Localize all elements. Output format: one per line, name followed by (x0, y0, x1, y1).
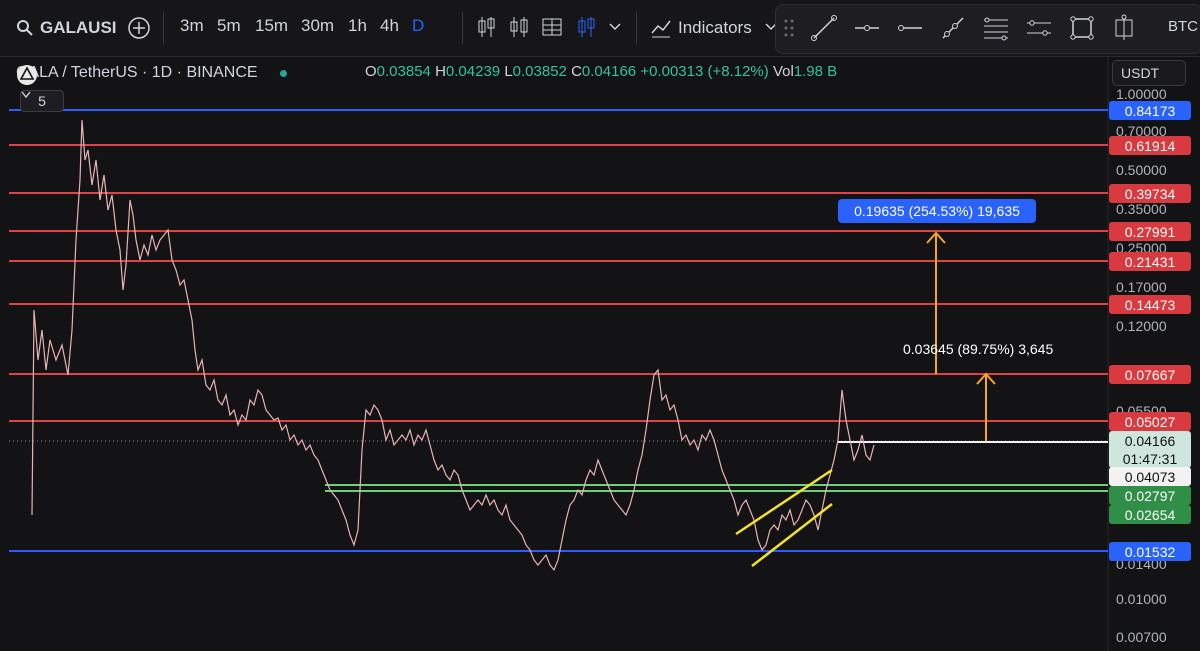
price-label-039734[interactable]: 0.39734 (1109, 184, 1191, 203)
axis-tick: 0.12000 (1116, 318, 1167, 334)
currency-select[interactable]: USDT (1112, 60, 1186, 86)
price-label-001532[interactable]: 0.01532 (1109, 542, 1191, 561)
chevron-down-icon (21, 91, 31, 99)
axis-tick: 0.35000 (1116, 201, 1167, 217)
volume-value: 1.98 B (793, 63, 838, 80)
bar-countdown-label: 01:47:31 (1109, 449, 1191, 468)
close-value: 0.04166 (581, 63, 637, 80)
volume-label: Vol (772, 63, 794, 80)
price-label-061914[interactable]: 0.61914 (1109, 136, 1191, 155)
axis-tick: 0.00700 (1116, 629, 1167, 645)
market-status-dot (279, 69, 287, 77)
low-label: L (504, 63, 513, 80)
wedge-upper-line[interactable] (735, 468, 833, 536)
axis-tick: 0.01000 (1116, 591, 1167, 607)
close-label: C (571, 63, 582, 80)
price-label-002797[interactable]: 0.02797 (1109, 486, 1191, 505)
high-value: 0.04239 (445, 63, 501, 80)
measure-label-top[interactable]: 0.19635 (254.53%) 19,635 (838, 199, 1036, 223)
change-value: +0.00313 (+8.12%) (640, 63, 769, 80)
price-label-007667[interactable]: 0.07667 (1109, 365, 1191, 384)
chart-legend: GALA / TetherUS · 1D · BINANCE (16, 64, 287, 85)
currency-label: USDT (1121, 65, 1160, 81)
price-series-line (31, 119, 875, 572)
indicators-collapse-button[interactable]: 5 (20, 90, 64, 112)
axis-tick: 1.00000 (1116, 86, 1167, 102)
open-label: O (365, 63, 377, 80)
measure-label-bottom[interactable]: 0.03645 (89.75%) 3,645 (903, 341, 1053, 357)
chart-title[interactable]: GALA / TetherUS · 1D · BINANCE (16, 64, 258, 82)
low-value: 0.03852 (512, 63, 567, 80)
indicator-count: 5 (38, 93, 46, 109)
ohlc-values: O0.03854 H0.04239 L0.03852 C0.04166 +0.0… (365, 63, 837, 80)
price-chart-canvas[interactable] (0, 0, 1200, 651)
axis-tick: 0.50000 (1116, 162, 1167, 178)
wedge-lower-line[interactable] (751, 503, 833, 567)
open-value: 0.03854 (376, 63, 431, 80)
price-label-027991[interactable]: 0.27991 (1109, 222, 1191, 241)
price-label-084173[interactable]: 0.84173 (1109, 101, 1191, 120)
price-label-014473[interactable]: 0.14473 (1109, 295, 1191, 314)
current-price-label[interactable]: 0.04166 (1109, 431, 1191, 450)
price-label-021431[interactable]: 0.21431 (1109, 252, 1191, 271)
price-label-005027[interactable]: 0.05027 (1109, 412, 1191, 431)
price-label-002654[interactable]: 0.02654 (1109, 505, 1191, 524)
high-label: H (435, 63, 446, 80)
gala-logo-icon (17, 65, 37, 85)
price-label-004073[interactable]: 0.04073 (1109, 467, 1191, 486)
axis-tick: 0.17000 (1116, 279, 1167, 295)
